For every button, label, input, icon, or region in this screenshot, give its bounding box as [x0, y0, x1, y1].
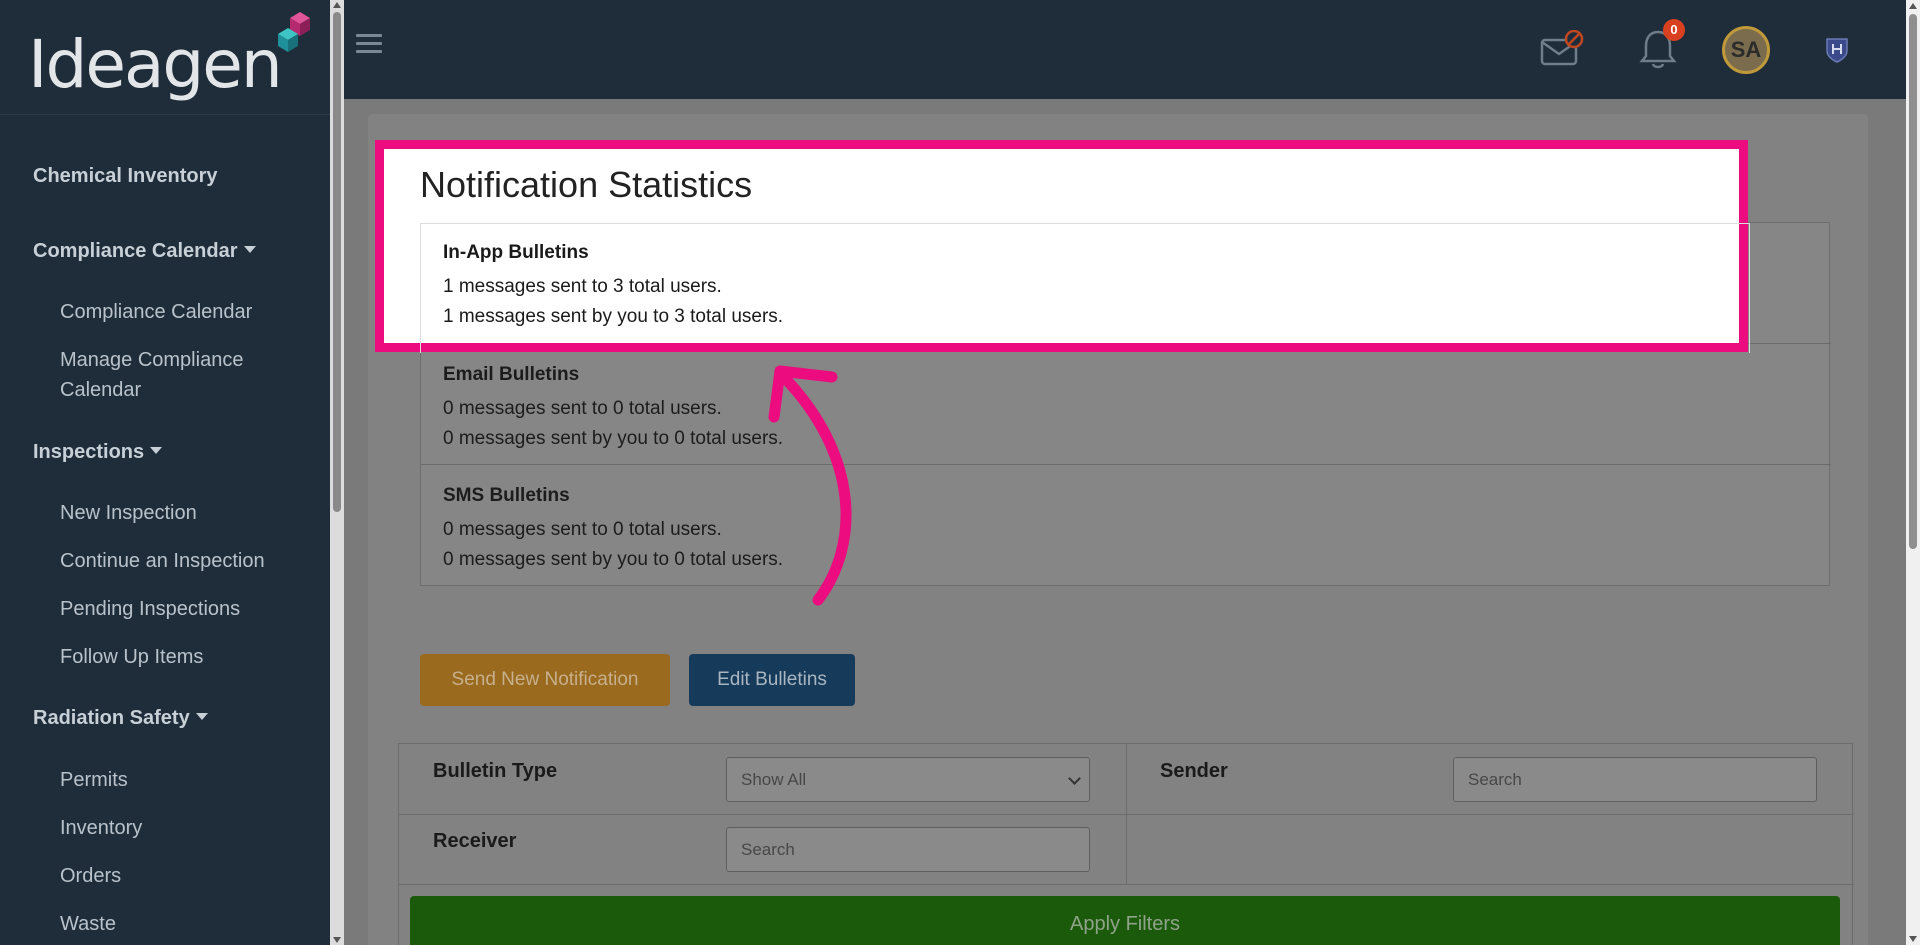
menu-icon[interactable] — [356, 34, 382, 54]
scrollbar-thumb[interactable] — [1909, 14, 1917, 549]
stat-line: 1 messages sent to 3 total users. — [443, 276, 722, 297]
logo-mark-icon — [278, 12, 310, 52]
apply-filters-button[interactable]: Apply Filters — [410, 896, 1840, 945]
sidebar-subitem-follow-up-items[interactable]: Follow Up Items — [60, 642, 203, 672]
sidebar-subitem-inventory[interactable]: Inventory — [60, 813, 142, 843]
send-new-notification-button[interactable]: Send New Notification — [420, 654, 670, 706]
mail-blocked-icon[interactable] — [1540, 30, 1584, 66]
stat-title: In-App Bulletins — [443, 242, 589, 263]
sidebar-subitem-waste[interactable]: Waste — [60, 909, 116, 939]
stat-row-email: Email Bulletins 0 messages sent to 0 tot… — [421, 344, 1831, 465]
sidebar-divider — [0, 114, 330, 115]
annotation-arrow-icon — [768, 365, 852, 606]
stat-title: SMS Bulletins — [443, 485, 570, 506]
scroll-down-arrow-icon[interactable] — [333, 937, 341, 943]
bulletin-type-value: Show All — [741, 770, 807, 789]
logo-text: Ideagen — [28, 26, 283, 103]
sidebar-item-radiation-safety[interactable]: Radiation Safety — [33, 707, 208, 730]
sidebar: Ideagen Chemical Inventory Compliance Ca… — [0, 0, 330, 945]
sidebar-item-inspections[interactable]: Inspections — [33, 441, 163, 464]
caret-down-icon — [195, 713, 208, 721]
sidebar-subitem-pending-inspections[interactable]: Pending Inspections — [60, 594, 240, 624]
receiver-label: Receiver — [433, 830, 517, 852]
profile-logo-icon[interactable] — [1824, 36, 1850, 64]
top-bar: 0 SA — [344, 0, 1906, 99]
caret-down-icon — [243, 246, 256, 254]
sender-search-input[interactable]: Search — [1453, 757, 1817, 802]
stat-line: 0 messages sent by you to 0 total users. — [443, 549, 784, 570]
sidebar-subitem-permits[interactable]: Permits — [60, 765, 128, 795]
sender-label: Sender — [1160, 760, 1228, 782]
scroll-down-arrow-icon[interactable] — [1909, 936, 1917, 942]
stat-title: Email Bulletins — [443, 364, 580, 385]
sidebar-item-label: Compliance Calendar — [33, 240, 238, 262]
sidebar-item-label: Inspections — [33, 441, 145, 463]
sidebar-subitem-continue-inspection[interactable]: Continue an Inspection — [60, 546, 265, 576]
sidebar-subitem-manage-compliance-calendar[interactable]: Manage Compliance Calendar — [60, 345, 300, 405]
edit-bulletins-button[interactable]: Edit Bulletins — [689, 654, 855, 706]
page-title: Notification Statistics — [420, 164, 753, 205]
bulletin-type-select[interactable]: Show All — [726, 757, 1090, 802]
filter-divider — [399, 884, 1854, 885]
scrollbar-thumb[interactable] — [333, 12, 341, 512]
stat-line: 0 messages sent to 0 total users. — [443, 519, 722, 540]
stat-row-in-app-highlighted: In-App Bulletins 1 messages sent to 3 to… — [420, 223, 1750, 353]
chevron-down-icon — [1068, 772, 1081, 785]
sidebar-item-compliance-calendar[interactable]: Compliance Calendar — [33, 240, 256, 263]
notification-count-badge: 0 — [1663, 19, 1685, 41]
sidebar-item-label: Radiation Safety — [33, 707, 190, 729]
bulletin-type-label: Bulletin Type — [433, 760, 558, 782]
stat-line: 1 messages sent by you to 3 total users. — [443, 306, 784, 327]
stat-line: 0 messages sent to 0 total users. — [443, 398, 722, 419]
ideagen-logo[interactable]: Ideagen — [28, 12, 310, 104]
sidebar-item-chemical-inventory[interactable]: Chemical Inventory — [33, 165, 218, 188]
highlight-box: Notification Statistics In-App Bulletins… — [375, 140, 1750, 353]
sidebar-scrollbar[interactable] — [330, 0, 344, 945]
stat-row-sms: SMS Bulletins 0 messages sent to 0 total… — [421, 465, 1831, 586]
scroll-up-arrow-icon[interactable] — [333, 2, 341, 8]
avatar[interactable]: SA — [1722, 26, 1770, 74]
filter-divider — [399, 814, 1854, 815]
page-scrollbar[interactable] — [1906, 0, 1920, 945]
receiver-search-input[interactable]: Search — [726, 827, 1090, 872]
scroll-up-arrow-icon[interactable] — [1909, 3, 1917, 9]
sidebar-item-label: Chemical Inventory — [33, 165, 218, 187]
sidebar-subitem-compliance-calendar[interactable]: Compliance Calendar — [60, 297, 252, 327]
stat-line: 0 messages sent by you to 0 total users. — [443, 428, 784, 449]
sidebar-subitem-orders[interactable]: Orders — [60, 861, 121, 891]
sidebar-subitem-new-inspection[interactable]: New Inspection — [60, 498, 197, 528]
caret-down-icon — [150, 447, 163, 455]
